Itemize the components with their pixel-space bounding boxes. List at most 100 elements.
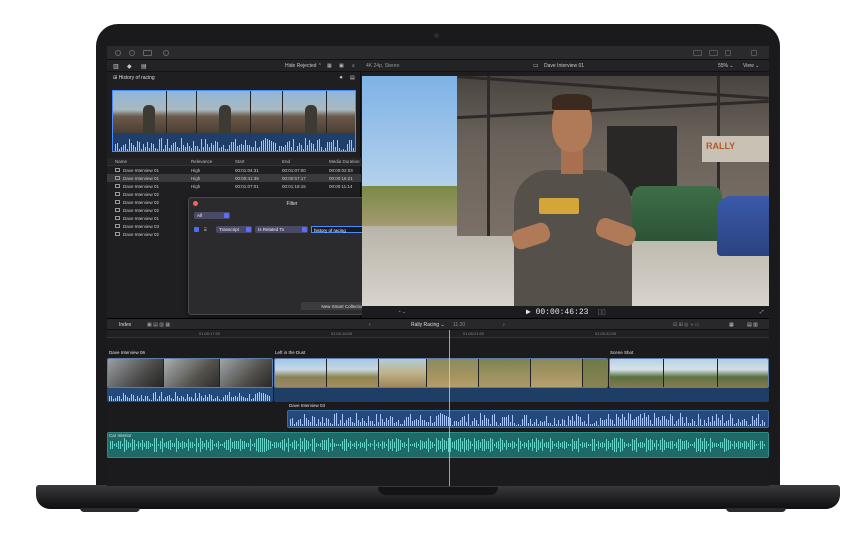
clip-duration: 00:00:16:21 (329, 175, 353, 181)
rule-operator-label: Is Related To (258, 227, 285, 232)
timeline-ruler[interactable]: 01:00:17:00 01:00:18:00 01:00:21:00 01:0… (107, 330, 769, 338)
layout-icon[interactable] (693, 50, 702, 56)
library-icon[interactable]: ▥ (113, 63, 119, 70)
check-icon[interactable] (163, 50, 169, 56)
clip-end: 00:01:18:15 (282, 183, 306, 189)
video-clip[interactable] (107, 358, 273, 388)
match-select[interactable]: All (194, 212, 230, 219)
app-window: ▥ ◆ ▤ Hide Rejected ⌃ ▦ ▣ ⌕ 4K 24p, Ster… (107, 46, 769, 486)
thumbnail[interactable] (327, 91, 355, 133)
audio-tools-icon[interactable]: ⊟ ⊞ ◎ ◑ ▭ (673, 322, 699, 328)
clip-icon (115, 176, 120, 180)
filmstrip[interactable] (112, 90, 356, 152)
top-toolbar (107, 46, 769, 60)
clip-audio (107, 388, 273, 402)
clip-name: Dave Interview 01 (123, 175, 160, 181)
clip-duration: 00:00:02:03 (329, 167, 353, 173)
index-button[interactable]: Index (119, 322, 131, 328)
rule-field-select[interactable]: Transcript (216, 226, 252, 233)
clip-label: Left in the Dust (275, 350, 306, 355)
music-clip[interactable] (107, 432, 769, 458)
rule-checkbox[interactable] (194, 227, 199, 232)
ruler-tick-label: 01:00:17:00 (199, 331, 221, 336)
viewer-clip-title: Dave Interview 01 (544, 63, 585, 69)
hide-rejected-select[interactable]: Hide Rejected ⌃ (285, 63, 322, 69)
clip-name: Dave Interview 01 (123, 183, 160, 189)
list-item[interactable]: Dave Interview 01 High 00:01:04:31 00:01:07… (107, 166, 361, 174)
clip-tools-icon[interactable]: ▣ ▤ ▥ ▦ (147, 322, 170, 328)
col-start[interactable]: Start (235, 159, 245, 164)
list-header: Name Relevance Start End Media Duration (107, 158, 361, 166)
share-icon[interactable] (751, 50, 757, 56)
thumbnail[interactable] (113, 91, 167, 133)
list-item[interactable]: Dave Interview 01 High 00:01:07:01 00:01:18… (107, 182, 361, 190)
clip-icon (115, 192, 120, 196)
clip-end: 00:01:07:00 (282, 167, 306, 173)
music-clip-label: Car Interior (109, 433, 132, 438)
clip-icon (115, 216, 120, 220)
clip-icon (115, 224, 120, 228)
inspector-icon[interactable] (725, 50, 731, 56)
settings-icon[interactable]: ▣ (339, 63, 344, 69)
col-name[interactable]: Name (115, 159, 127, 164)
media-icon[interactable] (143, 50, 152, 56)
thumbnail[interactable] (283, 91, 327, 133)
ruler-tick-label: 01:00:18:00 (331, 331, 353, 336)
back-arrow-icon[interactable]: ‹ (369, 322, 371, 328)
timeline[interactable]: Dave Interview 06 Left in the Dust Scene… (107, 338, 769, 486)
match-label: All (197, 213, 203, 218)
project-select[interactable]: Rally Racing ⌄ (411, 322, 445, 328)
view-menu[interactable]: View ⌄ (743, 63, 759, 69)
project-duration: 11:20 (453, 322, 466, 328)
zoom-select[interactable]: 55% ⌄ (718, 63, 734, 69)
forward-arrow-icon[interactable]: › (503, 322, 505, 328)
photos-icon[interactable]: ◆ (127, 63, 132, 70)
chevron-down-icon (302, 227, 307, 232)
rule-operator-select[interactable]: Is Related To (255, 226, 308, 233)
collection-name: History of racing (118, 75, 155, 81)
timeline-toolbar: Index ▣ ▤ ▥ ▦ ‹ Rally Racing ⌄ 11:20 › ⊟… (107, 318, 769, 330)
search-icon[interactable]: ⌕ (352, 63, 355, 69)
clip-name: Dave Interview 02 (123, 207, 160, 213)
clip-start: 00:01:04:31 (235, 167, 259, 173)
clip-icon (115, 232, 120, 236)
layout-icon[interactable] (709, 50, 718, 56)
list-item[interactable]: Dave Interview 01 High 00:00:41:39 00:00:57… (107, 174, 361, 182)
clip-appearance-icon[interactable]: ▦ (327, 63, 332, 69)
ruler-tick-label: 01:00:22:00 (595, 331, 617, 336)
playhead[interactable] (449, 330, 450, 486)
video-clip[interactable] (274, 358, 608, 388)
speed-icon[interactable]: ◔ ⌄ (398, 309, 406, 315)
thumbnail[interactable] (197, 91, 251, 133)
camera-icon (434, 33, 439, 38)
clip-appearance-icon[interactable]: ▦ (729, 322, 734, 328)
clip-start: 00:00:41:39 (235, 175, 259, 181)
thumbnail[interactable] (167, 91, 197, 133)
effects-icon[interactable]: ▤ ▥ (747, 322, 758, 328)
list-view-icon[interactable]: ▤ (350, 75, 355, 81)
clip-label: Scene Shot (610, 350, 634, 355)
gear-icon[interactable]: ✷ (339, 75, 343, 81)
key-icon[interactable] (129, 50, 135, 56)
connected-audio-clip[interactable] (287, 410, 769, 428)
connected-clip-label: Dave Interview 03 (289, 403, 326, 408)
viewer[interactable]: RALLY (362, 76, 769, 306)
col-media-duration[interactable]: Media Duration (329, 159, 360, 164)
titles-icon[interactable]: ▤ (141, 63, 147, 70)
thumbnail[interactable] (251, 91, 283, 133)
clip-icon (115, 168, 120, 172)
col-relevance[interactable]: Relevance (191, 159, 212, 164)
sign: RALLY (702, 136, 769, 162)
rule-value-field[interactable]: history of racing (311, 226, 368, 233)
clip-name: Dave Interview 03 (123, 223, 160, 229)
clip-name: Dave Interview 02 (123, 231, 160, 237)
import-icon[interactable] (115, 50, 121, 56)
col-end[interactable]: End (282, 159, 290, 164)
timecode-display[interactable]: ▶ 00:00:46:23 (526, 307, 588, 317)
video-clip[interactable] (609, 358, 769, 388)
clip-name: Dave Interview 01 (123, 215, 160, 221)
audio-waveform (113, 133, 355, 151)
fullscreen-icon[interactable]: ⤢ (760, 309, 764, 314)
clip-icon (115, 184, 120, 188)
clip-icon (115, 208, 120, 212)
